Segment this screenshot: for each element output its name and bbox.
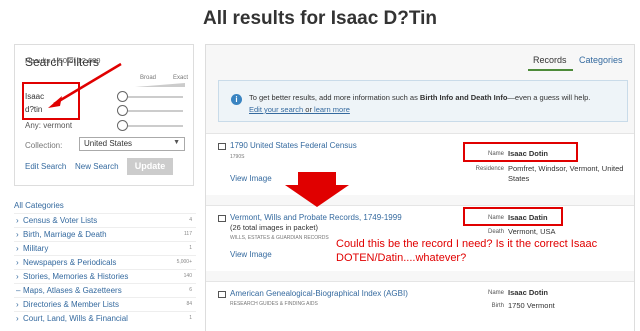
annotation-arrowhead <box>48 96 62 108</box>
annotation-line-arrow <box>53 62 122 106</box>
down-arrow-icon <box>285 172 349 207</box>
annotation-arrows <box>48 62 349 207</box>
annotation-text: Could this be the record I need? Is it t… <box>336 238 598 264</box>
